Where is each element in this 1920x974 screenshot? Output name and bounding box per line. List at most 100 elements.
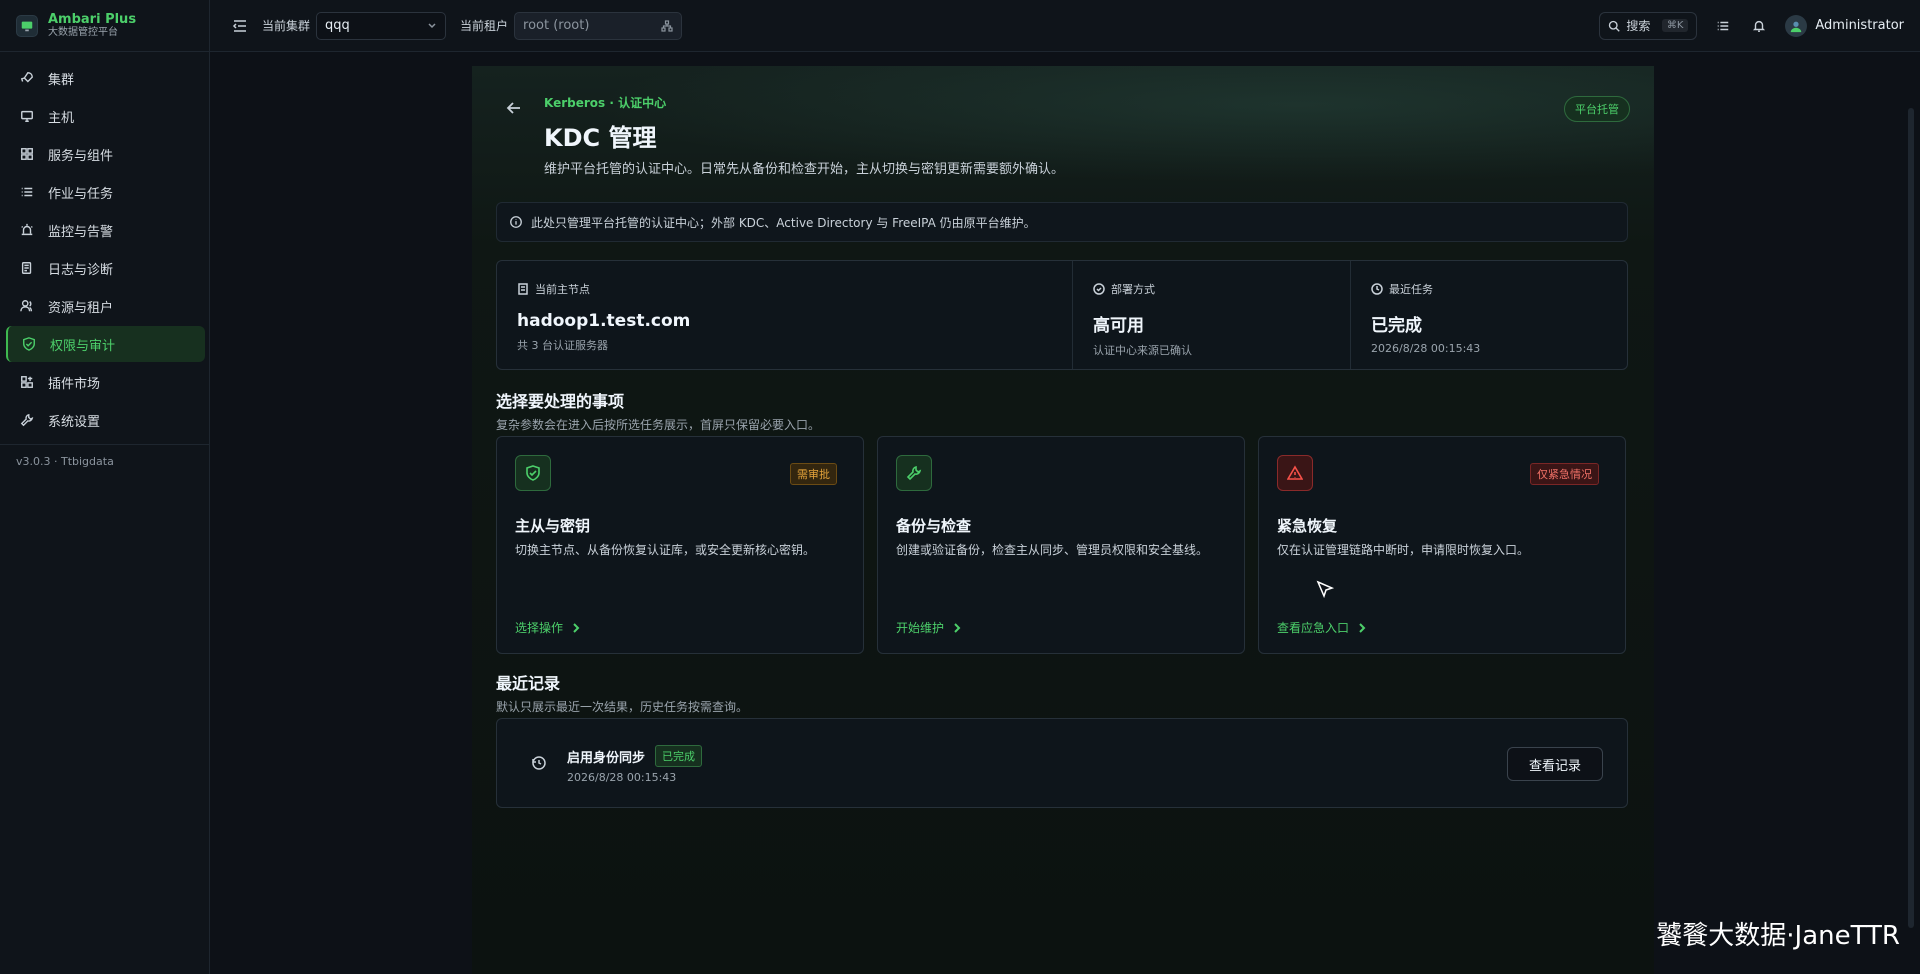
card-title: 主从与密钥 bbox=[515, 517, 591, 535]
sidebar-item-logs[interactable]: 日志与诊断 bbox=[6, 250, 205, 286]
stat-label: 当前主节点 bbox=[535, 283, 590, 296]
main-content: Kerberos · 认证中心 KDC 管理 维护平台托管的认证中心。日常先从备… bbox=[210, 52, 1920, 974]
card-icon bbox=[1277, 455, 1313, 491]
sidebar-item-label: 日志与诊断 bbox=[48, 262, 114, 278]
search-icon bbox=[1609, 20, 1621, 32]
back-button[interactable] bbox=[506, 100, 522, 116]
card-link-label: 查看应急入口 bbox=[1277, 621, 1350, 635]
brand[interactable]: Ambari Plus 大数据管控平台 bbox=[0, 0, 209, 52]
chevron-right-icon bbox=[954, 622, 961, 633]
users-icon bbox=[20, 300, 33, 312]
menu-collapse-icon bbox=[232, 19, 246, 32]
sidebar-item-plugins[interactable]: 插件市场 bbox=[6, 364, 205, 400]
sidebar-item-label: 作业与任务 bbox=[48, 186, 114, 202]
record-title: 启用身份同步 已完成 bbox=[567, 745, 703, 767]
view-record-button[interactable]: 查看记录 bbox=[1507, 747, 1603, 781]
card-link[interactable]: 选择操作 bbox=[515, 619, 581, 636]
card-primary-and-keys[interactable]: 需审批 主从与密钥 切换主节点、从备份恢复认证库，或安全更新核心密钥。 选择操作 bbox=[496, 436, 864, 654]
list-icon bbox=[21, 187, 33, 197]
records-section-desc: 默认只展示最近一次结果，历史任务按需查询。 bbox=[496, 700, 749, 714]
watermark: 饕餮大数据·JaneTTR bbox=[1656, 921, 1900, 951]
grid-icon bbox=[21, 148, 33, 160]
sidebar-item-permissions[interactable]: 权限与审计 bbox=[6, 326, 205, 362]
chevron-down-icon bbox=[428, 22, 436, 28]
card-backup-and-check[interactable]: 备份与检查 创建或验证备份，检查主从同步、管理员权限和安全基线。 开始维护 bbox=[877, 436, 1245, 654]
version-label: v3.0.3 · Ttbigdata bbox=[0, 444, 209, 478]
sidebar-item-cluster[interactable]: 集群 bbox=[6, 60, 205, 96]
clock-icon bbox=[1371, 283, 1383, 295]
breadcrumb[interactable]: Kerberos · 认证中心 bbox=[544, 94, 666, 111]
hierarchy-icon bbox=[661, 19, 673, 32]
stats-panel: 当前主节点 hadoop1.test.com 共 3 台认证服务器 部署方式 高… bbox=[496, 260, 1628, 370]
stat-primary-node: 当前主节点 hadoop1.test.com 共 3 台认证服务器 bbox=[497, 261, 1073, 369]
emergency-badge: 仅紧急情况 bbox=[1530, 463, 1599, 485]
stat-sub: 共 3 台认证服务器 bbox=[517, 339, 608, 352]
cluster-label: 当前集群 bbox=[262, 19, 311, 33]
actions-section-desc: 复杂参数会在进入后按所选任务展示，首屏只保留必要入口。 bbox=[496, 418, 821, 432]
user-name[interactable]: Administrator bbox=[1815, 18, 1904, 33]
sidebar-item-hosts[interactable]: 主机 bbox=[6, 98, 205, 134]
stat-recent-task: 最近任务 已完成 2026/8/28 00:15:43 bbox=[1351, 261, 1627, 369]
stat-label: 部署方式 bbox=[1111, 283, 1155, 296]
brand-title: Ambari Plus bbox=[48, 11, 137, 27]
cluster-select[interactable]: qqq bbox=[316, 11, 447, 40]
avatar[interactable] bbox=[1785, 14, 1808, 37]
sidebar-nav: 集群 主机 服务与组件 作业与任务 监控与告警 日志与诊断 资源与租户 权限与审… bbox=[0, 52, 209, 438]
sidebar-item-label: 权限与审计 bbox=[50, 338, 116, 354]
sidebar-item-services[interactable]: 服务与组件 bbox=[6, 136, 205, 172]
card-emergency-recovery[interactable]: 仅紧急情况 紧急恢复 仅在认证管理链路中断时，申请限时恢复入口。 查看应急入口 bbox=[1258, 436, 1626, 654]
chevron-right-icon bbox=[573, 622, 580, 633]
approval-badge: 需审批 bbox=[790, 463, 837, 485]
card-title: 紧急恢复 bbox=[1277, 517, 1338, 535]
card-link[interactable]: 查看应急入口 bbox=[1277, 619, 1367, 636]
search-button[interactable]: 搜索 ⌘K bbox=[1599, 11, 1698, 40]
alarm-icon bbox=[21, 223, 33, 236]
notice-text: 此处只管理平台托管的认证中心；外部 KDC、Active Directory 与… bbox=[531, 215, 1036, 230]
collapse-sidebar-button[interactable] bbox=[232, 18, 248, 34]
card-description: 切换主节点、从备份恢复认证库，或安全更新核心密钥。 bbox=[515, 543, 816, 557]
sidebar-item-label: 插件市场 bbox=[48, 376, 101, 392]
sidebar-item-label: 系统设置 bbox=[48, 414, 101, 430]
arrow-left-icon bbox=[506, 102, 520, 114]
cluster-select-value: qqq bbox=[325, 18, 350, 33]
info-icon bbox=[510, 216, 522, 228]
sidebar-item-monitoring[interactable]: 监控与告警 bbox=[6, 212, 205, 248]
stat-value: 已完成 bbox=[1371, 316, 1422, 336]
wrench-icon bbox=[20, 413, 34, 427]
warning-icon bbox=[1287, 465, 1303, 480]
tenant-label: 当前租户 bbox=[460, 19, 509, 33]
monitor-icon bbox=[21, 110, 33, 122]
record-time: 2026/8/28 00:15:43 bbox=[567, 771, 677, 784]
stat-sub: 2026/8/28 00:15:43 bbox=[1371, 342, 1481, 355]
card-title: 备份与检查 bbox=[896, 517, 972, 535]
info-notice: 此处只管理平台托管的认证中心；外部 KDC、Active Directory 与… bbox=[496, 202, 1628, 242]
page-description: 维护平台托管的认证中心。日常先从备份和检查开始，主从切换与密钥更新需要额外确认。 bbox=[544, 162, 1065, 177]
scrollbar[interactable] bbox=[1908, 108, 1914, 928]
card-description: 仅在认证管理链路中断时，申请限时恢复入口。 bbox=[1277, 543, 1530, 557]
topbar: 当前集群 qqq 当前租户 root (root) 搜索 ⌘K Administ… bbox=[210, 0, 1920, 52]
plugin-icon bbox=[21, 376, 33, 388]
records-section-title: 最近记录 bbox=[496, 674, 561, 693]
page-title: KDC 管理 bbox=[544, 124, 657, 152]
sidebar-item-label: 监控与告警 bbox=[48, 224, 114, 240]
task-list-button[interactable] bbox=[1713, 16, 1733, 36]
card-link-label: 选择操作 bbox=[515, 621, 564, 635]
search-shortcut: ⌘K bbox=[1661, 19, 1689, 32]
sidebar-item-jobs[interactable]: 作业与任务 bbox=[6, 174, 205, 210]
card-link[interactable]: 开始维护 bbox=[896, 619, 962, 636]
sidebar-item-resources[interactable]: 资源与租户 bbox=[6, 288, 205, 324]
card-icon bbox=[896, 455, 932, 491]
search-label: 搜索 bbox=[1626, 19, 1651, 33]
chevron-right-icon bbox=[1359, 622, 1366, 633]
check-circle-icon bbox=[1093, 283, 1105, 295]
managed-badge: 平台托管 bbox=[1564, 96, 1630, 122]
rocket-icon bbox=[20, 72, 33, 83]
stat-value: hadoop1.test.com bbox=[517, 311, 691, 331]
sidebar: Ambari Plus 大数据管控平台 集群 主机 服务与组件 作业与任务 监控… bbox=[0, 0, 210, 974]
stat-label: 最近任务 bbox=[1389, 283, 1433, 296]
status-badge: 已完成 bbox=[655, 745, 703, 767]
tenant-field[interactable]: root (root) bbox=[514, 11, 683, 40]
sidebar-item-label: 集群 bbox=[48, 72, 75, 88]
notifications-button[interactable] bbox=[1749, 16, 1769, 36]
sidebar-item-settings[interactable]: 系统设置 bbox=[6, 402, 205, 438]
